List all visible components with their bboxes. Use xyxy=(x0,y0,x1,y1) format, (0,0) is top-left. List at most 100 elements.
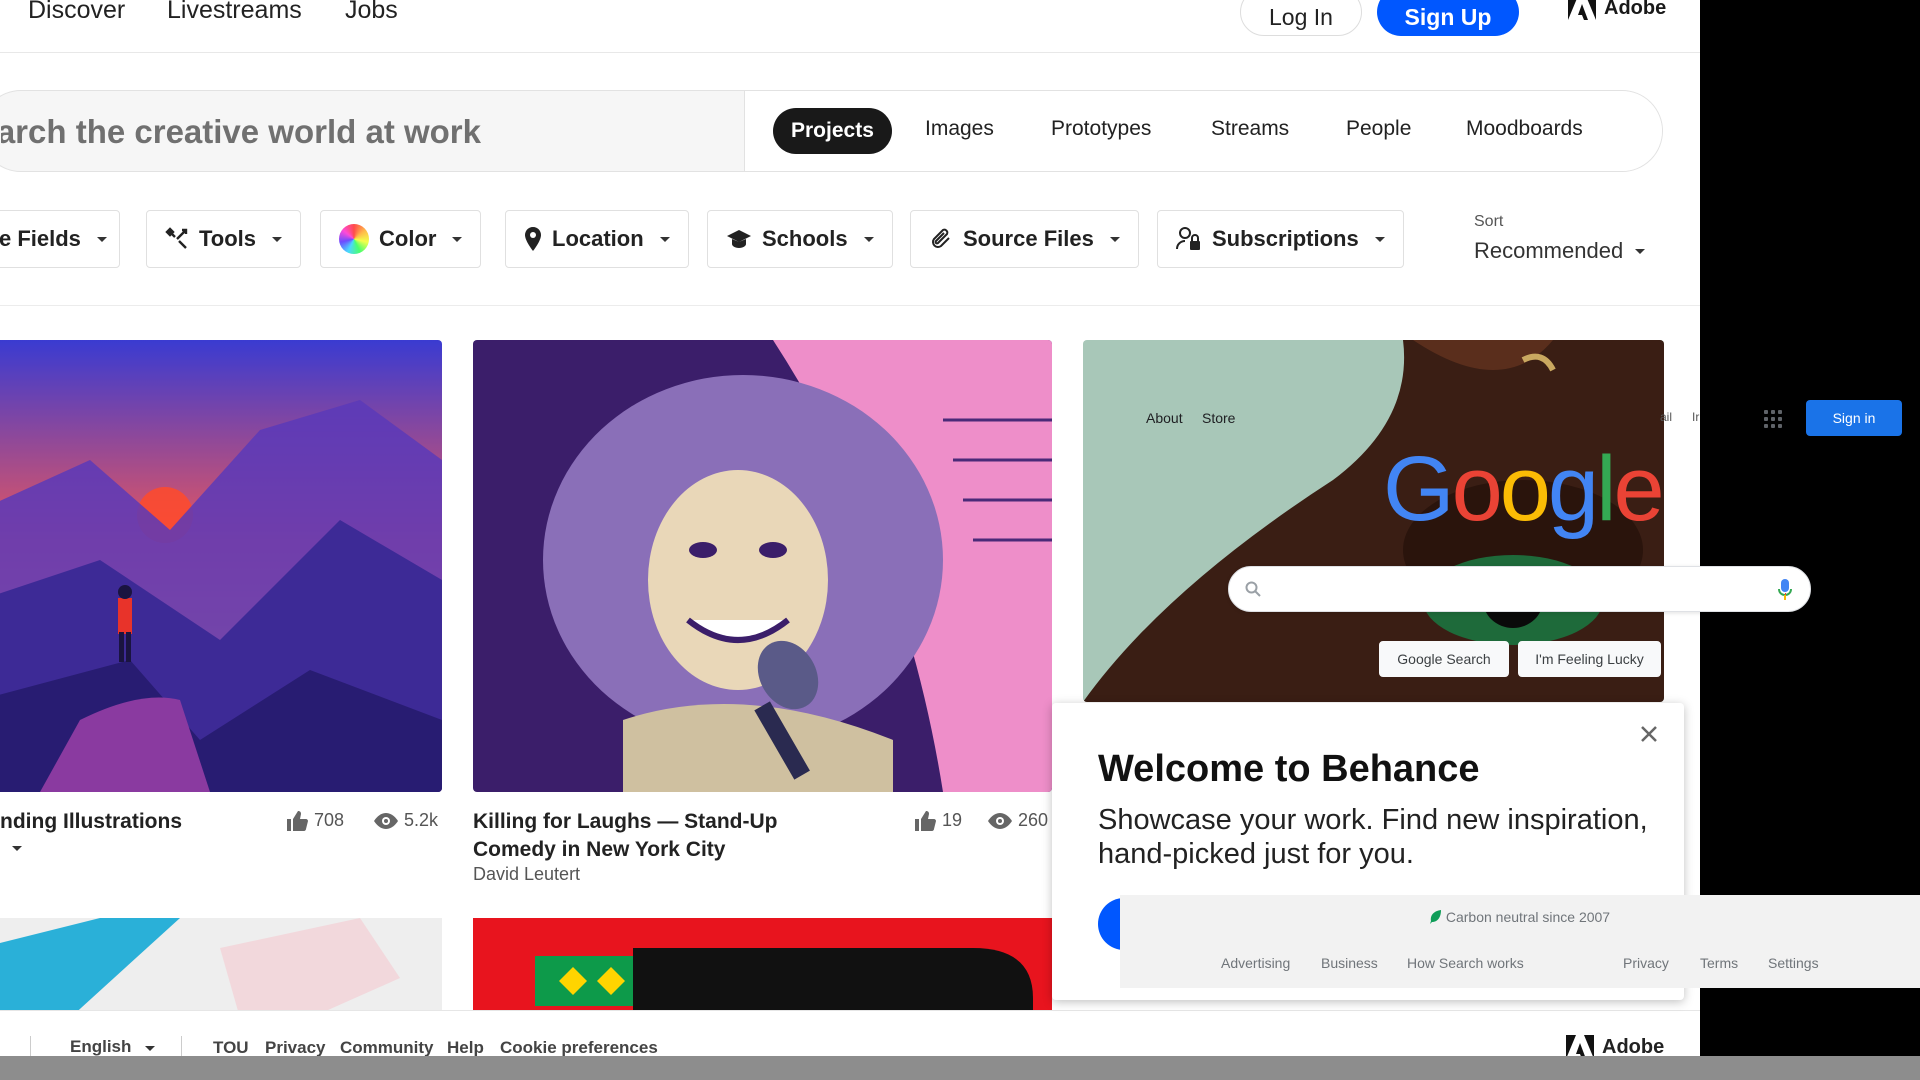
filter-creative-fields[interactable]: e Fields xyxy=(0,210,120,268)
search-type-tabs: Projects Images Prototypes Streams Peopl… xyxy=(744,91,1662,171)
filter-label: Color xyxy=(379,226,437,251)
chevron-down-icon xyxy=(1374,236,1385,242)
divider xyxy=(181,1036,182,1056)
chevron-down-icon xyxy=(1109,236,1120,242)
filter-color[interactable]: Color xyxy=(320,210,482,268)
carbon-neutral-note: Carbon neutral since 2007 xyxy=(1120,909,1920,925)
filter-tools[interactable]: Tools xyxy=(146,210,302,268)
packaging-thumbnail xyxy=(0,918,442,1018)
leaf-icon xyxy=(1429,910,1441,924)
divider xyxy=(0,305,1700,306)
project-thumbnail-graphic[interactable] xyxy=(473,918,1052,1018)
language-selector[interactable]: English xyxy=(70,1037,131,1056)
footer-link-terms[interactable]: Terms xyxy=(1700,955,1738,971)
tab-prototypes[interactable]: Prototypes xyxy=(1051,117,1151,141)
card-author[interactable]: David Leutert xyxy=(473,864,580,885)
top-navigation: Discover Livestreams Jobs Log In Sign Up… xyxy=(0,0,1700,53)
microphone-icon[interactable] xyxy=(1778,579,1792,601)
like-value: 19 xyxy=(942,810,963,830)
google-logo: Google xyxy=(1383,437,1665,542)
tab-people[interactable]: People xyxy=(1346,117,1411,141)
project-thumbnail-packaging[interactable] xyxy=(0,918,442,1018)
project-thumbnail-comedy[interactable] xyxy=(473,340,1052,792)
welcome-title: Welcome to Behance xyxy=(1098,748,1480,790)
filter-label: Source Files xyxy=(963,226,1094,251)
tools-icon xyxy=(165,227,188,249)
footer-link-privacy[interactable]: Privacy xyxy=(1623,955,1669,971)
carbon-text: Carbon neutral since 2007 xyxy=(1445,909,1611,925)
tab-moodboards[interactable]: Moodboards xyxy=(1466,117,1583,141)
sort-value: Recommended xyxy=(1474,238,1624,263)
close-icon[interactable] xyxy=(1636,721,1662,747)
thumbs-up-icon xyxy=(287,810,308,831)
chevron-down-icon xyxy=(863,236,874,242)
search-icon xyxy=(1245,581,1261,597)
google-search-button[interactable]: Google Search xyxy=(1379,641,1509,677)
bottom-gray-bar xyxy=(0,1056,1920,1080)
filter-source-files[interactable]: Source Files xyxy=(910,210,1139,268)
card-title-line-1[interactable]: Killing for Laughs — Stand-Up xyxy=(473,808,777,836)
signup-button[interactable]: Sign Up xyxy=(1377,0,1519,36)
search-bar: arch the creative world at work Projects… xyxy=(0,90,1663,172)
sort-label: Sort xyxy=(1474,213,1504,230)
logo-letter: g xyxy=(1547,438,1599,540)
paperclip-icon xyxy=(932,228,950,248)
google-nav-gmail[interactable]: ail xyxy=(1660,410,1672,424)
location-pin-icon xyxy=(525,227,541,251)
graphic-thumbnail xyxy=(473,918,1052,1018)
adobe-link[interactable]: Adobe xyxy=(1568,0,1666,20)
eye-icon xyxy=(988,812,1012,829)
chevron-down-icon xyxy=(452,236,463,242)
landscape-illustration xyxy=(0,340,442,792)
google-nav-about[interactable]: About xyxy=(1146,410,1183,426)
filter-label: Schools xyxy=(762,226,848,251)
google-nav-store[interactable]: Store xyxy=(1202,410,1235,426)
nav-livestreams[interactable]: Livestreams xyxy=(167,0,302,25)
footer-link-how-search-works[interactable]: How Search works xyxy=(1407,955,1524,971)
adobe-label: Adobe xyxy=(1604,0,1667,19)
adobe-logo-icon xyxy=(1566,1035,1594,1056)
eye-icon xyxy=(374,812,398,829)
footer-link-help[interactable]: Help xyxy=(447,1038,484,1056)
filter-schools[interactable]: Schools xyxy=(707,210,893,268)
footer-link-tou[interactable]: TOU xyxy=(213,1038,249,1056)
nav-jobs[interactable]: Jobs xyxy=(345,0,398,25)
color-wheel-icon xyxy=(339,224,369,254)
logo-letter: G xyxy=(1383,438,1455,540)
thumbs-up-icon xyxy=(915,810,936,831)
chevron-down-icon xyxy=(145,1046,155,1051)
footer-link-community[interactable]: Community xyxy=(340,1038,434,1056)
sort-dropdown[interactable]: Recommended xyxy=(1474,238,1646,264)
nav-discover[interactable]: Discover xyxy=(28,0,125,25)
project-thumbnail-landscape[interactable] xyxy=(0,340,442,792)
google-signin-button[interactable]: Sign in xyxy=(1806,400,1902,436)
adobe-label: Adobe xyxy=(1602,1035,1665,1057)
tab-images[interactable]: Images xyxy=(925,117,994,141)
google-search-input[interactable] xyxy=(1228,566,1811,612)
view-value: 260 xyxy=(1018,810,1049,830)
card-title-line-2[interactable]: Comedy in New York City xyxy=(473,836,725,864)
footer-link-business[interactable]: Business xyxy=(1321,955,1378,971)
footer-link-settings[interactable]: Settings xyxy=(1768,955,1819,971)
card-title[interactable]: nding Illustrations xyxy=(0,808,182,836)
login-button[interactable]: Log In xyxy=(1240,0,1362,36)
filter-label: Subscriptions xyxy=(1212,226,1359,251)
view-count: 5.2k xyxy=(374,810,438,831)
filter-subscriptions[interactable]: Subscriptions xyxy=(1157,210,1404,268)
footer-link-advertising[interactable]: Advertising xyxy=(1221,955,1290,971)
feeling-lucky-button[interactable]: I'm Feeling Lucky xyxy=(1518,641,1661,677)
adobe-link-footer[interactable]: Adobe xyxy=(1566,1035,1664,1056)
filter-location[interactable]: Location xyxy=(505,210,689,268)
google-nav-images[interactable]: Ir xyxy=(1692,410,1699,424)
adobe-logo-icon xyxy=(1568,0,1596,20)
google-footer: Carbon neutral since 2007 Advertising Bu… xyxy=(1120,895,1920,988)
chevron-down-icon xyxy=(659,236,670,242)
tab-projects[interactable]: Projects xyxy=(773,108,892,154)
tab-streams[interactable]: Streams xyxy=(1211,117,1289,141)
search-input[interactable]: arch the creative world at work xyxy=(1,113,481,151)
footer: English TOU Privacy Community Help Cooki… xyxy=(0,1010,1700,1056)
footer-link-privacy[interactable]: Privacy xyxy=(265,1038,326,1056)
footer-link-cookie-preferences[interactable]: Cookie preferences xyxy=(500,1038,658,1056)
chevron-down-icon xyxy=(1635,248,1646,254)
apps-grid-icon[interactable] xyxy=(1764,410,1782,428)
